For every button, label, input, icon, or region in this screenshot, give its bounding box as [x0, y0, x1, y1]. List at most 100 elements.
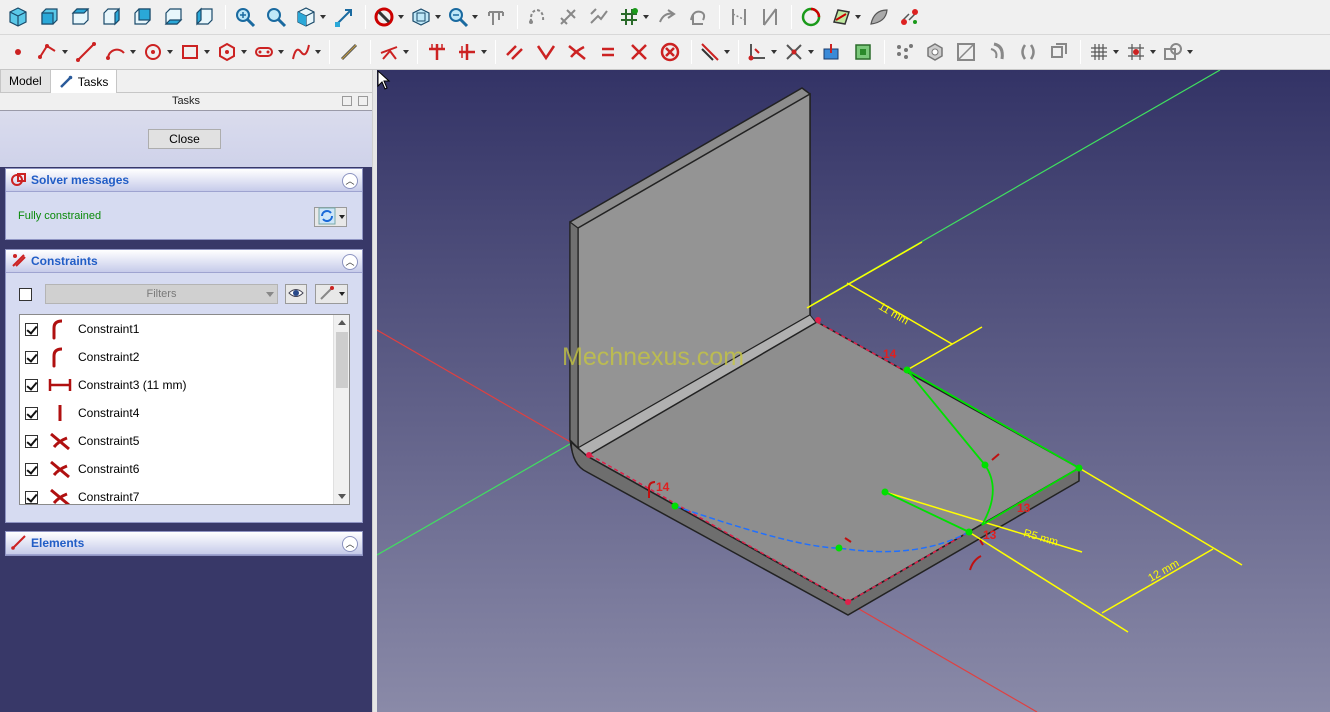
- constraint-checkbox[interactable]: [25, 462, 38, 476]
- constraint-row[interactable]: Constraint6: [20, 455, 349, 483]
- constraint-row[interactable]: Constraint5: [20, 427, 349, 455]
- sketch-mirror-icon[interactable]: [653, 3, 681, 31]
- draw-style-icon[interactable]: [371, 3, 405, 31]
- view-section-icon[interactable]: [725, 3, 753, 31]
- 3d-viewport[interactable]: 11 mm 12 mm R5 mm 14 14 13 13 Mechnexus.…: [377, 70, 1330, 712]
- point-icon[interactable]: [4, 38, 32, 66]
- visibility-button[interactable]: [285, 284, 307, 304]
- select-all-checkbox[interactable]: [19, 288, 32, 301]
- polygon-icon[interactable]: [214, 38, 248, 66]
- offset-icon[interactable]: [1014, 38, 1042, 66]
- dock-float-icon[interactable]: [342, 96, 352, 106]
- tab-model[interactable]: Model: [0, 69, 51, 92]
- view-isometric-icon[interactable]: [4, 3, 32, 31]
- constraint-label-14b[interactable]: 14: [656, 480, 669, 494]
- zoom-menu-icon[interactable]: [445, 3, 479, 31]
- constraint-checkbox[interactable]: [25, 406, 38, 420]
- measure-icon[interactable]: [482, 3, 510, 31]
- constraint-row[interactable]: Constraint2: [20, 343, 349, 371]
- tangent-constraint-icon[interactable]: [563, 38, 591, 66]
- scale-icon[interactable]: [983, 38, 1011, 66]
- bounding-box-icon[interactable]: [408, 3, 442, 31]
- constraint-checkbox[interactable]: [25, 378, 38, 392]
- constraints-scrollbar[interactable]: [333, 315, 349, 504]
- rectangular-array-icon[interactable]: [952, 38, 980, 66]
- view-rear-icon[interactable]: [128, 3, 156, 31]
- constraint-row[interactable]: Constraint7: [20, 483, 349, 504]
- view-front-icon[interactable]: [35, 3, 63, 31]
- constraint-checkbox[interactable]: [25, 434, 38, 448]
- symmetric-constraint-icon[interactable]: [625, 38, 653, 66]
- sketch-array-icon[interactable]: [818, 38, 846, 66]
- merge-sketches-icon[interactable]: [616, 3, 650, 31]
- collapse-chevron-icon[interactable]: ︿: [342, 254, 358, 270]
- view-sketch-icon[interactable]: [756, 3, 784, 31]
- constraint-label-14a[interactable]: 14: [883, 347, 896, 361]
- polyline-icon[interactable]: [35, 38, 69, 66]
- clone-icon[interactable]: [896, 3, 924, 31]
- leave-sketch-icon[interactable]: [797, 3, 825, 31]
- copy-icon[interactable]: [890, 38, 918, 66]
- zoom-selection-icon[interactable]: [262, 3, 290, 31]
- equal-constraint-icon[interactable]: [594, 38, 622, 66]
- constraint-label-13b[interactable]: 13: [983, 528, 996, 542]
- block-constraint-icon[interactable]: [656, 38, 684, 66]
- rectangle-icon[interactable]: [177, 38, 211, 66]
- map-sketch-icon[interactable]: [828, 3, 862, 31]
- tab-tasks[interactable]: Tasks: [49, 69, 118, 93]
- extend-icon[interactable]: [454, 38, 488, 66]
- constraint-row[interactable]: Constraint1: [20, 315, 349, 343]
- view-right-icon[interactable]: [97, 3, 125, 31]
- standard-views-menu-icon[interactable]: [293, 3, 327, 31]
- constraints-list[interactable]: Constraint1 Constraint2 Constraint3 (11 …: [19, 314, 350, 505]
- dimension-icon[interactable]: [744, 38, 778, 66]
- constraint-checkbox[interactable]: [25, 350, 38, 364]
- view-bottom-icon[interactable]: [159, 3, 187, 31]
- dock-close-icon[interactable]: [358, 96, 368, 106]
- sketch-create-icon[interactable]: [523, 3, 551, 31]
- constraints-header[interactable]: Constraints ︿: [6, 250, 362, 273]
- slot-icon[interactable]: [251, 38, 285, 66]
- view-top-icon[interactable]: [66, 3, 94, 31]
- move-icon[interactable]: [921, 38, 949, 66]
- scroll-up-icon[interactable]: [338, 320, 346, 325]
- constraint-settings-button[interactable]: [315, 284, 348, 304]
- trim-icon[interactable]: [423, 38, 451, 66]
- constraint-row[interactable]: Constraint4: [20, 399, 349, 427]
- line-icon[interactable]: [72, 38, 100, 66]
- constraint-row[interactable]: Constraint3 (11 mm): [20, 371, 349, 399]
- reorient-icon[interactable]: [865, 3, 893, 31]
- render-order-icon[interactable]: [1160, 38, 1194, 66]
- collapse-chevron-icon[interactable]: ︿: [342, 536, 358, 552]
- snap-icon[interactable]: [1123, 38, 1157, 66]
- parallel-constraint-icon[interactable]: [501, 38, 529, 66]
- external-geometry-icon[interactable]: [335, 38, 363, 66]
- grid-icon[interactable]: [1086, 38, 1120, 66]
- rotate-icon[interactable]: [1045, 38, 1073, 66]
- perpendicular-constraint-icon[interactable]: [532, 38, 560, 66]
- view-left-icon[interactable]: [190, 3, 218, 31]
- bspline-degree-icon[interactable]: [781, 38, 815, 66]
- toggle-construction-icon[interactable]: [697, 38, 731, 66]
- filters-dropdown[interactable]: Filters: [45, 284, 278, 304]
- symmetry-icon[interactable]: [849, 38, 877, 66]
- elements-header[interactable]: Elements ︿: [6, 532, 362, 555]
- constraint-label-13a[interactable]: 13: [1017, 501, 1030, 515]
- reorient-sketch-icon[interactable]: [684, 3, 712, 31]
- solver-messages-header[interactable]: Solver messages ︿: [6, 169, 362, 192]
- collapse-chevron-icon[interactable]: ︿: [342, 173, 358, 189]
- scroll-down-icon[interactable]: [338, 494, 346, 499]
- fillet-icon[interactable]: [376, 38, 410, 66]
- zoom-fit-all-icon[interactable]: [231, 3, 259, 31]
- circle-icon[interactable]: [140, 38, 174, 66]
- measure-distance-icon[interactable]: [330, 3, 358, 31]
- auto-update-button[interactable]: [314, 207, 347, 227]
- constraint-checkbox[interactable]: [25, 322, 38, 336]
- scrollbar-thumb[interactable]: [336, 332, 348, 388]
- constraint-checkbox[interactable]: [25, 490, 38, 504]
- close-button[interactable]: Close: [148, 129, 221, 149]
- validate-sketch-icon[interactable]: [585, 3, 613, 31]
- bspline-icon[interactable]: [288, 38, 322, 66]
- arc-icon[interactable]: [103, 38, 137, 66]
- sketch-attach-icon[interactable]: [554, 3, 582, 31]
